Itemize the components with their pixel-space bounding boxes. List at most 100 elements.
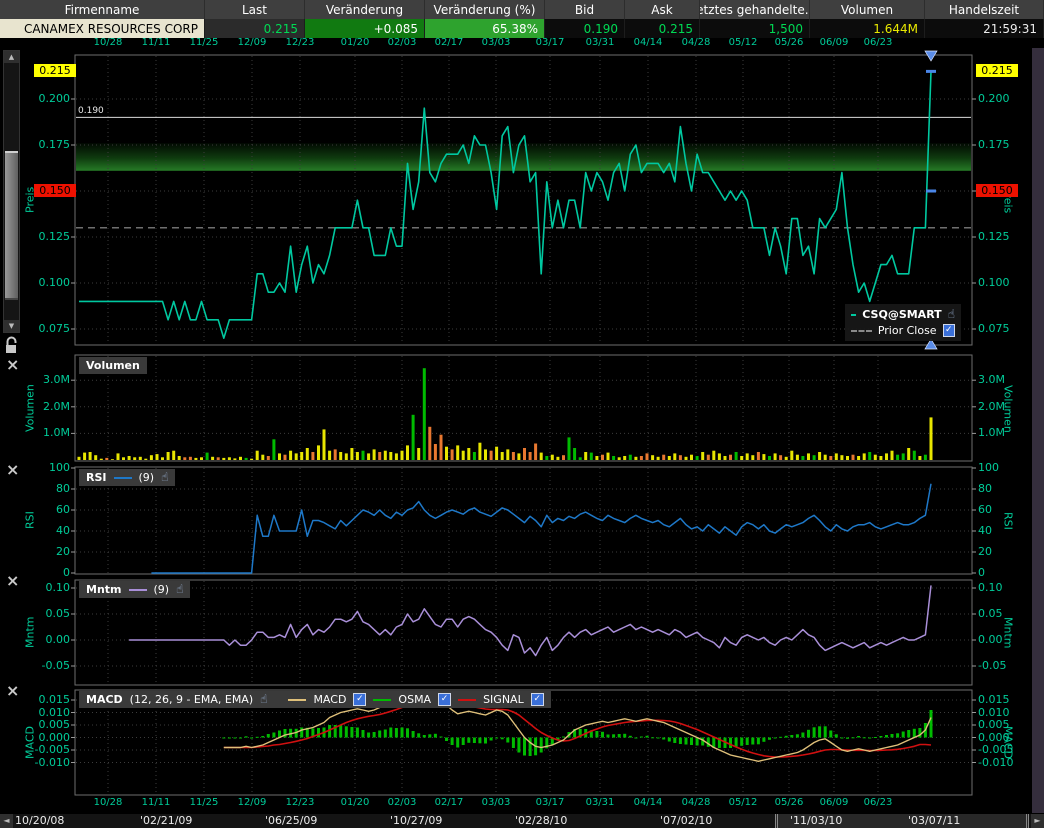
prior-close-line-sample: [851, 330, 872, 332]
macd-panel-title-label: MACD: [86, 693, 123, 706]
mntm-y-tick-label: 0.00: [978, 633, 1040, 646]
rsi-panel-title: RSI (9) ☝: [79, 469, 175, 486]
x-axis-date-label: 11/11: [142, 37, 171, 48]
close-macd-panel-button[interactable]: ×: [6, 684, 19, 698]
volume-y-tick-label: 2.0M: [978, 400, 1040, 413]
price-tag-last: 0.215: [976, 64, 1018, 77]
symbol-line-sample: [851, 314, 856, 316]
mntm-y-tick-label: 0.10: [978, 581, 1040, 594]
scroll-up-button[interactable]: ▲: [4, 51, 19, 63]
close-volume-panel-button[interactable]: ×: [6, 358, 19, 372]
macd-y-tick-label: 0.005: [978, 718, 1040, 731]
rsi-y-tick-label: 100: [978, 461, 1040, 474]
scrollbar-date-label: '02/21/09: [140, 814, 192, 827]
rsi-y-tick-label: 80: [0, 482, 70, 495]
scrollbar-date-label: '06/25/09: [265, 814, 317, 827]
macd-y-tick-label: 0.005: [0, 718, 70, 731]
x-axis-date-label: 06/23: [864, 797, 893, 808]
osma-histogram: [222, 710, 932, 756]
x-axis-date-label: 03/17: [536, 797, 565, 808]
close-rsi-panel-button[interactable]: ×: [6, 463, 19, 477]
macd-panel-title: MACD (12, 26, 9 - EMA, EMA) ☝ MACD ✓ OSM…: [79, 691, 551, 708]
rsi-y-tick-label: 40: [0, 524, 70, 537]
price-y-tick-label: 0.175: [978, 138, 1040, 151]
x-axis-date-label: 03/31: [586, 797, 615, 808]
horizontal-scrollbar[interactable]: ◄ ► 10/20/08'02/21/09'06/25/09'10/27/09'…: [0, 813, 1044, 828]
scroll-down-button[interactable]: ▼: [4, 320, 19, 332]
osma-visibility-checkbox[interactable]: ✓: [438, 693, 451, 706]
vertical-scrollbar[interactable]: ▲ ▼: [3, 50, 20, 333]
x-axis-date-label: 10/28: [94, 797, 123, 808]
prior-close-visibility-checkbox[interactable]: ✓: [943, 324, 955, 337]
bottom-date-axis: 10/2811/1111/2512/0912/2301/2002/0302/17…: [0, 797, 1044, 809]
price-legend: CSQ@SMART ☝ Prior Close ✓: [845, 304, 961, 341]
price-marker-top-triangle: [925, 51, 937, 61]
price-tag-last: 0.215: [34, 64, 76, 77]
trading-chart-window: Firmenname Last Veränderung Veränderung …: [0, 0, 1044, 828]
price-line: [79, 71, 931, 338]
macd-y-tick-label: -0.005: [978, 743, 1040, 756]
close-mntm-panel-button[interactable]: ×: [6, 574, 19, 588]
x-axis-date-label: 05/26: [775, 37, 804, 48]
macd-line-sample: [288, 699, 306, 701]
price-y-tick-label: 0.100: [978, 276, 1040, 289]
rsi-y-tick-label: 80: [978, 482, 1040, 495]
rsi-y-tick-label: 40: [978, 524, 1040, 537]
x-axis-date-label: 03/31: [586, 37, 615, 48]
volume-y-tick-label: 2.0M: [0, 400, 70, 413]
hand-cursor-icon[interactable]: ☝: [260, 693, 267, 706]
rsi-y-tick-label: 60: [978, 503, 1040, 516]
top-date-axis: 10/2811/1111/2512/0912/2301/2002/0302/17…: [0, 37, 1044, 49]
price-tag-level: 0.150: [34, 184, 76, 197]
osma-legend-label: OSMA: [398, 693, 431, 706]
rsi-line: [151, 484, 931, 573]
macd-y-tick-label: 0.015: [978, 693, 1040, 706]
signal-line-sample: [458, 699, 476, 701]
mntm-line: [129, 585, 931, 655]
price-tag-level: 0.150: [976, 184, 1018, 197]
rsi-panel-border: [75, 467, 972, 574]
scroll-left-button[interactable]: ◄: [0, 814, 13, 828]
macd-y-tick-label: -0.010: [0, 756, 70, 769]
vertical-scrollbar-thumb[interactable]: [5, 151, 18, 300]
signal-legend-label: SIGNAL: [483, 693, 524, 706]
mntm-y-tick-label: 0.00: [0, 633, 70, 646]
trade-tick-marker: [926, 70, 936, 73]
macd-params-label: (12, 26, 9 - EMA, EMA): [130, 693, 253, 706]
hand-cursor-icon[interactable]: ☝: [948, 308, 955, 321]
x-axis-date-label: 04/28: [682, 797, 711, 808]
x-axis-date-label: 11/11: [142, 797, 171, 808]
mntm-panel-title-label: Mntm: [86, 583, 122, 596]
prior-close-label: Prior Close: [878, 324, 937, 337]
mntm-panel-border: [75, 580, 972, 685]
price-level-label: 0.190: [78, 106, 104, 116]
volume-panel-title: Volumen: [79, 357, 147, 374]
x-axis-date-label: 06/09: [820, 797, 849, 808]
scrollbar-date-label: '02/28/10: [515, 814, 567, 827]
macd-visibility-checkbox[interactable]: ✓: [353, 693, 366, 706]
hand-cursor-icon[interactable]: ☝: [176, 583, 183, 596]
x-axis-date-label: 03/03: [482, 797, 511, 808]
x-axis-date-label: 04/14: [634, 37, 663, 48]
price-y-tick-label: 0.075: [978, 322, 1040, 335]
mntm-y-tick-label: -0.05: [0, 659, 70, 672]
x-axis-date-label: 11/25: [190, 797, 219, 808]
x-axis-date-label: 06/23: [864, 37, 893, 48]
x-axis-date-label: 12/23: [286, 37, 315, 48]
x-axis-date-label: 12/09: [238, 37, 267, 48]
accumulation-band: [76, 143, 971, 171]
rsi-y-tick-label: 0: [978, 566, 1040, 579]
x-axis-date-label: 01/20: [341, 37, 370, 48]
volume-panel-title-label: Volumen: [86, 359, 140, 372]
scroll-right-button[interactable]: ►: [1031, 814, 1044, 828]
symbol-label: CSQ@SMART: [862, 308, 941, 321]
hand-cursor-icon[interactable]: ☝: [161, 471, 168, 484]
x-axis-date-label: 01/20: [341, 797, 370, 808]
x-axis-date-label: 10/28: [94, 37, 123, 48]
x-axis-date-label: 04/14: [634, 797, 663, 808]
x-axis-date-label: 05/26: [775, 797, 804, 808]
macd-y-tick-label: -0.010: [978, 756, 1040, 769]
scrollbar-date-label: 10/20/08: [15, 814, 64, 827]
x-axis-date-label: 05/12: [729, 37, 758, 48]
signal-visibility-checkbox[interactable]: ✓: [531, 693, 544, 706]
